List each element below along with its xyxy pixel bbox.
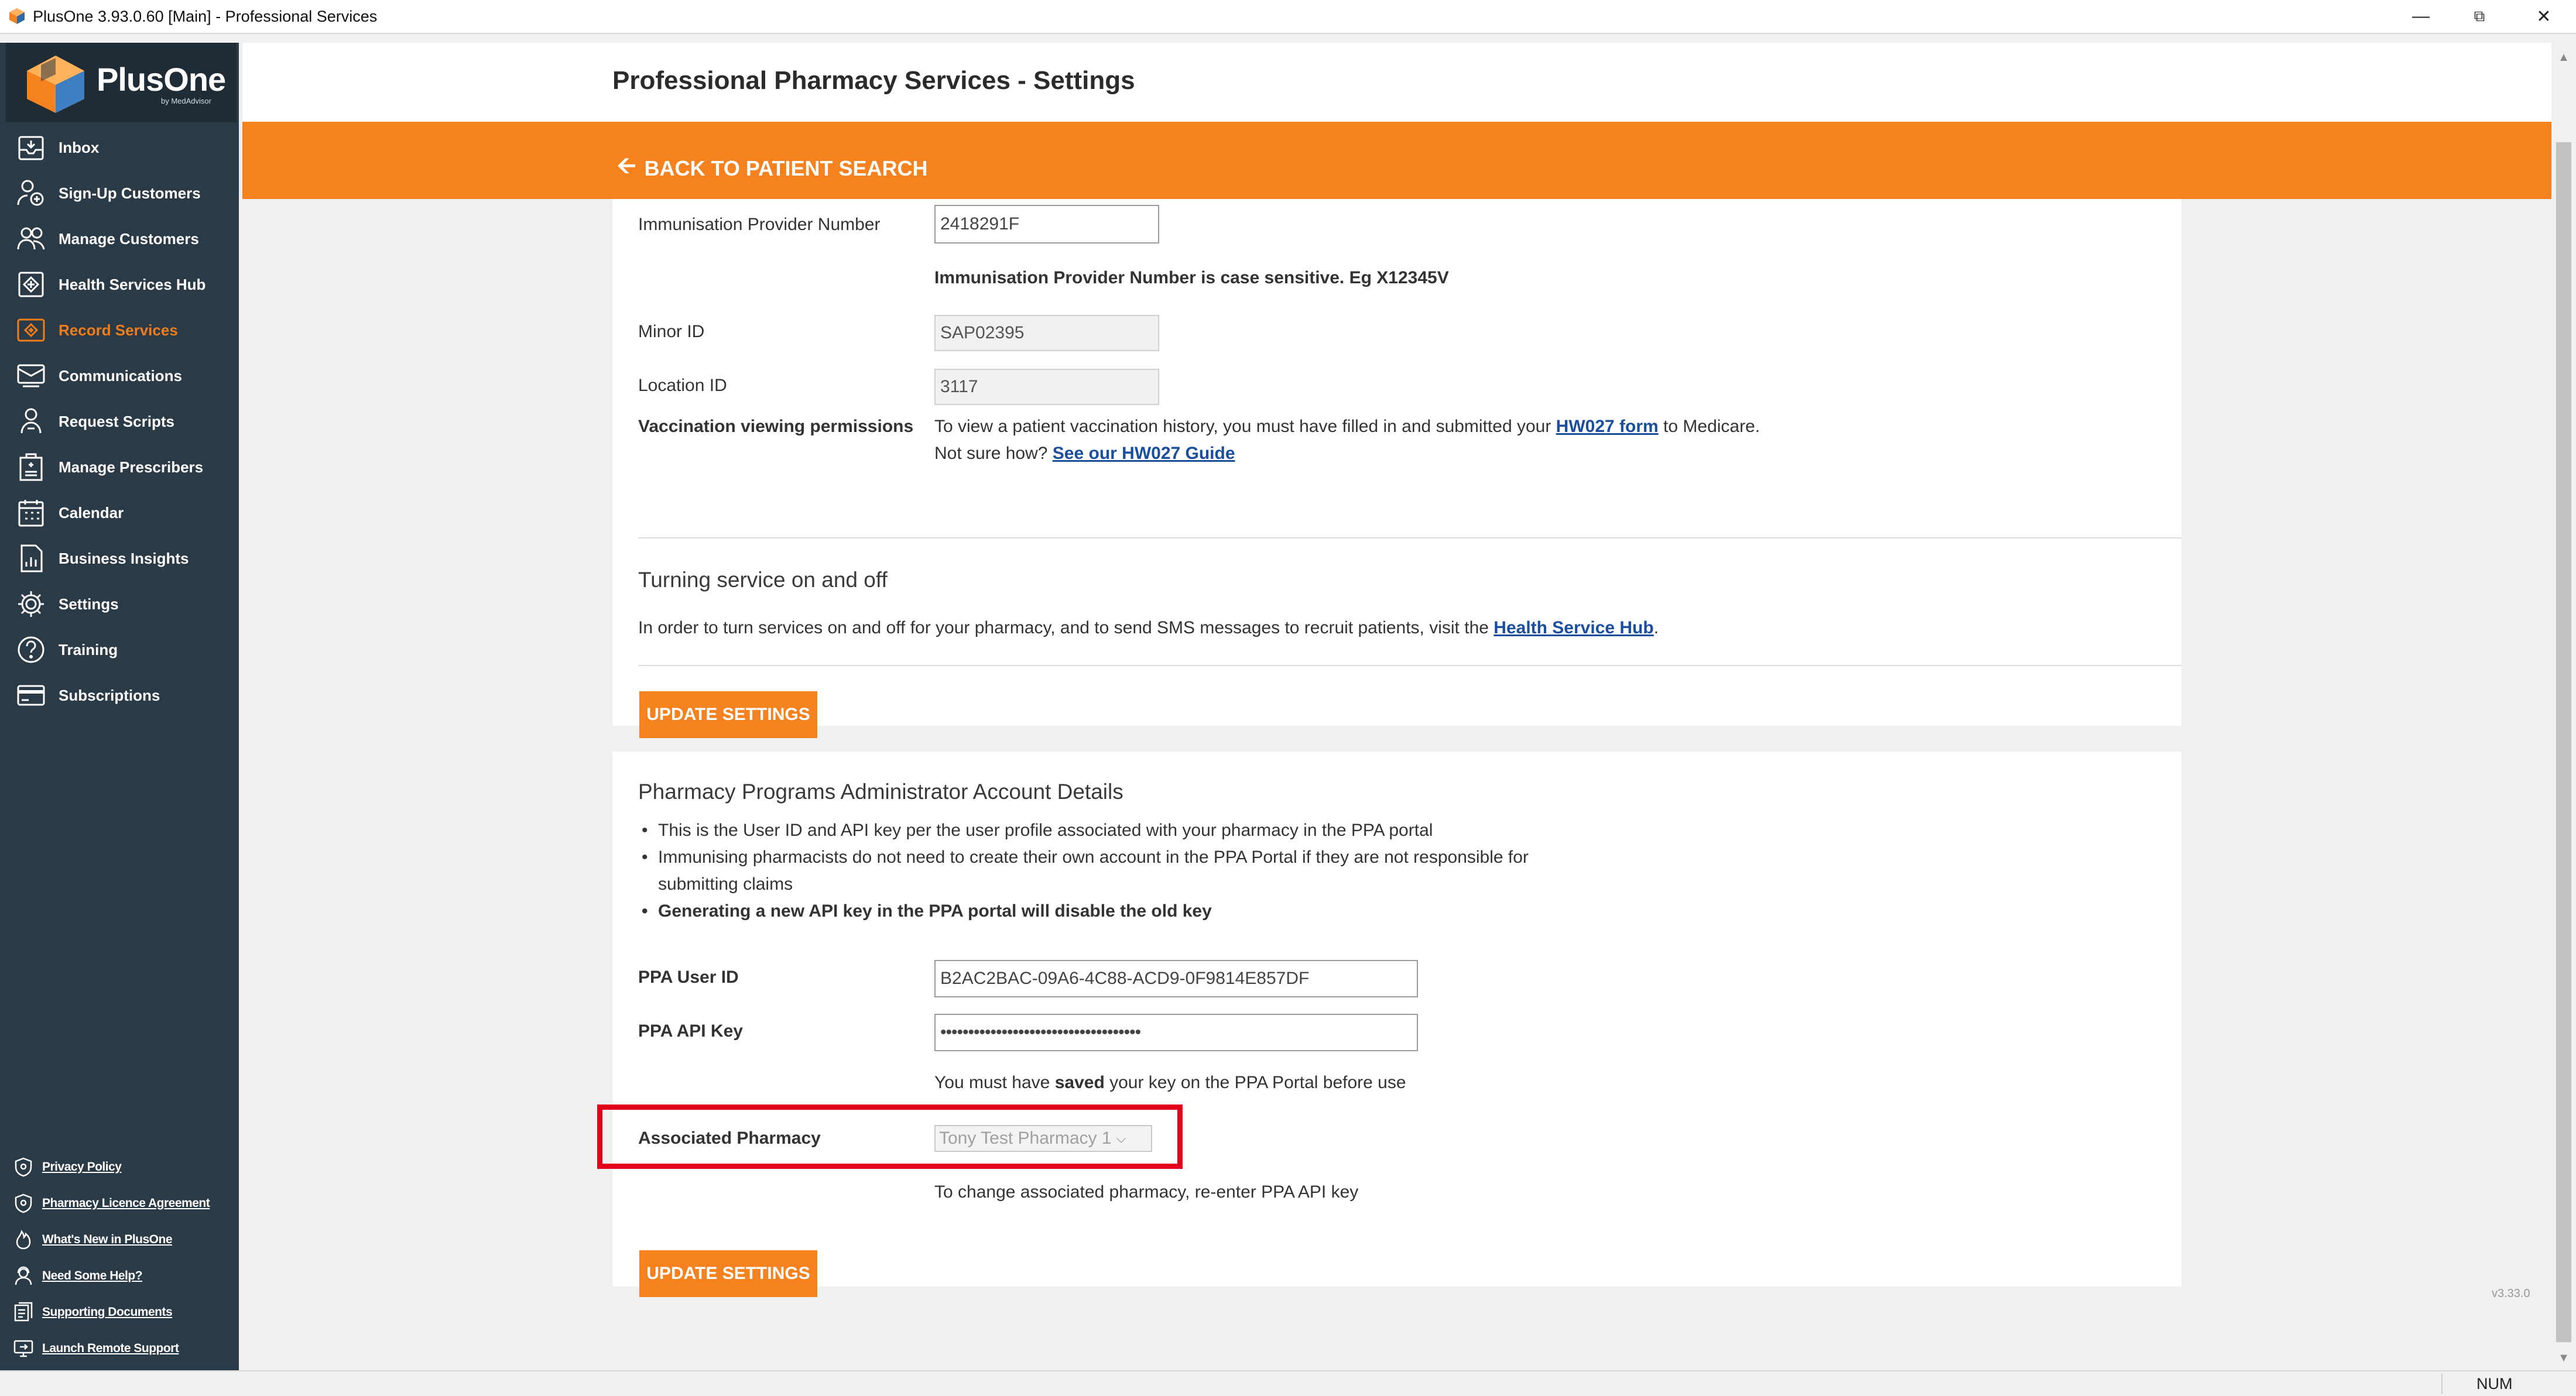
sidebar-item-inbox[interactable]: Inbox: [0, 125, 239, 170]
app-icon: [9, 8, 25, 24]
turning-service-title: Turning service on and off: [638, 568, 888, 592]
shield-icon: [11, 1154, 36, 1180]
location-id-field: 3117: [934, 369, 1159, 405]
sidebar: PlusOne by MedAdvisor Inbox Sign-Up Cust…: [0, 43, 239, 1370]
arrow-left-icon: 🡨: [617, 153, 636, 179]
sidebar-item-training[interactable]: Training: [0, 627, 239, 673]
sidebar-item-record-services[interactable]: Record Services: [0, 307, 239, 353]
vaccination-guide-text: Not sure how? See our HW027 Guide: [934, 444, 1235, 463]
plusone-logo-icon: [27, 56, 84, 113]
remote-icon: [11, 1336, 36, 1361]
ppa-info-list: This is the User ID and API key per the …: [638, 817, 1926, 925]
location-id-label: Location ID: [638, 376, 727, 395]
vaccination-permissions-text: To view a patient vaccination history, y…: [934, 417, 1760, 436]
ppa-bullet-continuation: submitting claims: [658, 874, 793, 894]
sidebar-item-business-insights[interactable]: Business Insights: [0, 536, 239, 581]
calendar-icon: [14, 496, 48, 530]
ppa-bullet-warning: Generating a new API key in the PPA port…: [638, 898, 1926, 925]
inbox-icon: [14, 131, 48, 164]
sidebar-item-subscriptions[interactable]: Subscriptions: [0, 673, 239, 718]
supporting-documents-link[interactable]: Supporting Documents: [0, 1294, 239, 1330]
insights-icon: [14, 541, 48, 575]
sidebar-nav: Inbox Sign-Up Customers Manage Customers…: [0, 125, 239, 718]
documents-icon: [11, 1299, 36, 1325]
update-settings-button[interactable]: UPDATE SETTINGS: [639, 1250, 817, 1297]
logo-subtext: by MedAdvisor: [161, 97, 211, 105]
whats-new-link[interactable]: What's New in PlusOne: [0, 1222, 239, 1258]
sidebar-item-health-services-hub[interactable]: Health Services Hub: [0, 262, 239, 307]
minimize-button[interactable]: —: [2389, 0, 2453, 33]
provider-number-hint: Immunisation Provider Number is case sen…: [934, 268, 1449, 287]
scrollbar-thumb[interactable]: [2556, 142, 2571, 1342]
record-services-icon: [14, 313, 48, 347]
ppa-user-id-label: PPA User ID: [638, 968, 739, 987]
update-settings-button[interactable]: UPDATE SETTINGS: [639, 691, 817, 738]
restore-button[interactable]: ⧉: [2447, 0, 2512, 33]
associated-pharmacy-note: To change associated pharmacy, re-enter …: [934, 1182, 1359, 1202]
action-bar: 🡨 BACK TO PATIENT SEARCH: [242, 122, 2551, 199]
ppa-section-title: Pharmacy Programs Administrator Account …: [638, 780, 1123, 804]
prescribers-icon: [14, 450, 48, 484]
ppa-bullet: This is the User ID and API key per the …: [638, 817, 1926, 844]
num-lock-indicator: NUM: [2476, 1375, 2513, 1392]
need-help-link[interactable]: Need Some Help?: [0, 1258, 239, 1294]
window-titlebar: PlusOne 3.93.0.60 [Main] - Professional …: [0, 0, 2576, 34]
gear-icon: [14, 587, 48, 621]
help-icon: [14, 633, 48, 667]
main-content: Professional Pharmacy Services - Setting…: [242, 43, 2551, 1370]
vaccination-permissions-label: Vaccination viewing permissions: [638, 417, 914, 436]
provider-number-input[interactable]: 2418291F: [934, 205, 1159, 243]
shield-icon: [11, 1191, 36, 1216]
logo-text: PlusOne: [97, 61, 226, 98]
card-icon: [14, 678, 48, 712]
hw027-guide-link[interactable]: See our HW027 Guide: [1053, 444, 1235, 463]
sidebar-item-settings[interactable]: Settings: [0, 581, 239, 627]
sidebar-footer-links: Privacy Policy Pharmacy Licence Agreemen…: [0, 1149, 239, 1367]
scroll-up-arrow-icon[interactable]: ▲: [2551, 45, 2576, 70]
pharmacy-licence-agreement-link[interactable]: Pharmacy Licence Agreement: [0, 1185, 239, 1222]
support-agent-icon: [11, 1263, 36, 1289]
hw027-form-link[interactable]: HW027 form: [1556, 417, 1659, 436]
sidebar-item-request-scripts[interactable]: Request Scripts: [0, 399, 239, 444]
highlight-box: [597, 1105, 1183, 1169]
health-hub-icon: [14, 267, 48, 301]
sidebar-item-sign-up-customers[interactable]: Sign-Up Customers: [0, 170, 239, 216]
page-title: Professional Pharmacy Services - Setting…: [612, 66, 1135, 95]
sidebar-item-manage-prescribers[interactable]: Manage Prescribers: [0, 444, 239, 490]
sidebar-item-calendar[interactable]: Calendar: [0, 490, 239, 536]
immunisation-settings-card: Immunisation Provider Number 2418291F Im…: [612, 199, 2181, 738]
sidebar-item-manage-customers[interactable]: Manage Customers: [0, 216, 239, 262]
logo[interactable]: PlusOne by MedAdvisor: [6, 43, 237, 122]
minor-id-field: SAP02395: [934, 315, 1159, 351]
ppa-api-key-input[interactable]: ••••••••••••••••••••••••••••••••••••: [934, 1014, 1418, 1051]
back-to-patient-search-link[interactable]: 🡨 BACK TO PATIENT SEARCH: [617, 149, 928, 188]
close-button[interactable]: ✕: [2512, 0, 2576, 33]
sidebar-item-communications[interactable]: Communications: [0, 353, 239, 399]
request-scripts-icon: [14, 404, 48, 438]
ppa-user-id-input[interactable]: B2AC2BAC-09A6-4C88-ACD9-0F9814E857DF: [934, 960, 1418, 997]
launch-remote-support-link[interactable]: Launch Remote Support: [0, 1330, 239, 1367]
window-title: PlusOne 3.93.0.60 [Main] - Professional …: [33, 8, 378, 25]
flame-icon: [11, 1227, 36, 1253]
status-bar: NUM: [0, 1370, 2576, 1396]
scroll-down-arrow-icon[interactable]: ▼: [2551, 1346, 2576, 1370]
health-service-hub-link[interactable]: Health Service Hub: [1493, 618, 1653, 637]
provider-number-label: Immunisation Provider Number: [638, 215, 881, 234]
ppa-api-key-label: PPA API Key: [638, 1021, 743, 1041]
customers-icon: [14, 222, 48, 256]
divider: [638, 537, 2181, 538]
divider: [638, 665, 2181, 666]
vertical-scrollbar[interactable]: ▲ ▼: [2551, 43, 2576, 1370]
communications-icon: [14, 359, 48, 393]
version-label: v3.33.0: [2492, 1287, 2530, 1300]
sign-up-icon: [14, 176, 48, 210]
page-header: Professional Pharmacy Services - Setting…: [242, 43, 2551, 122]
status-separator: [2441, 1374, 2443, 1394]
ppa-account-card: Pharmacy Programs Administrator Account …: [597, 752, 2181, 1297]
ppa-saved-note: You must have saved your key on the PPA …: [934, 1073, 1406, 1092]
ppa-bullet: Immunising pharmacists do not need to cr…: [638, 844, 1926, 871]
minor-id-label: Minor ID: [638, 322, 705, 341]
turning-service-text: In order to turn services on and off for…: [638, 618, 1659, 637]
privacy-policy-link[interactable]: Privacy Policy: [0, 1149, 239, 1185]
